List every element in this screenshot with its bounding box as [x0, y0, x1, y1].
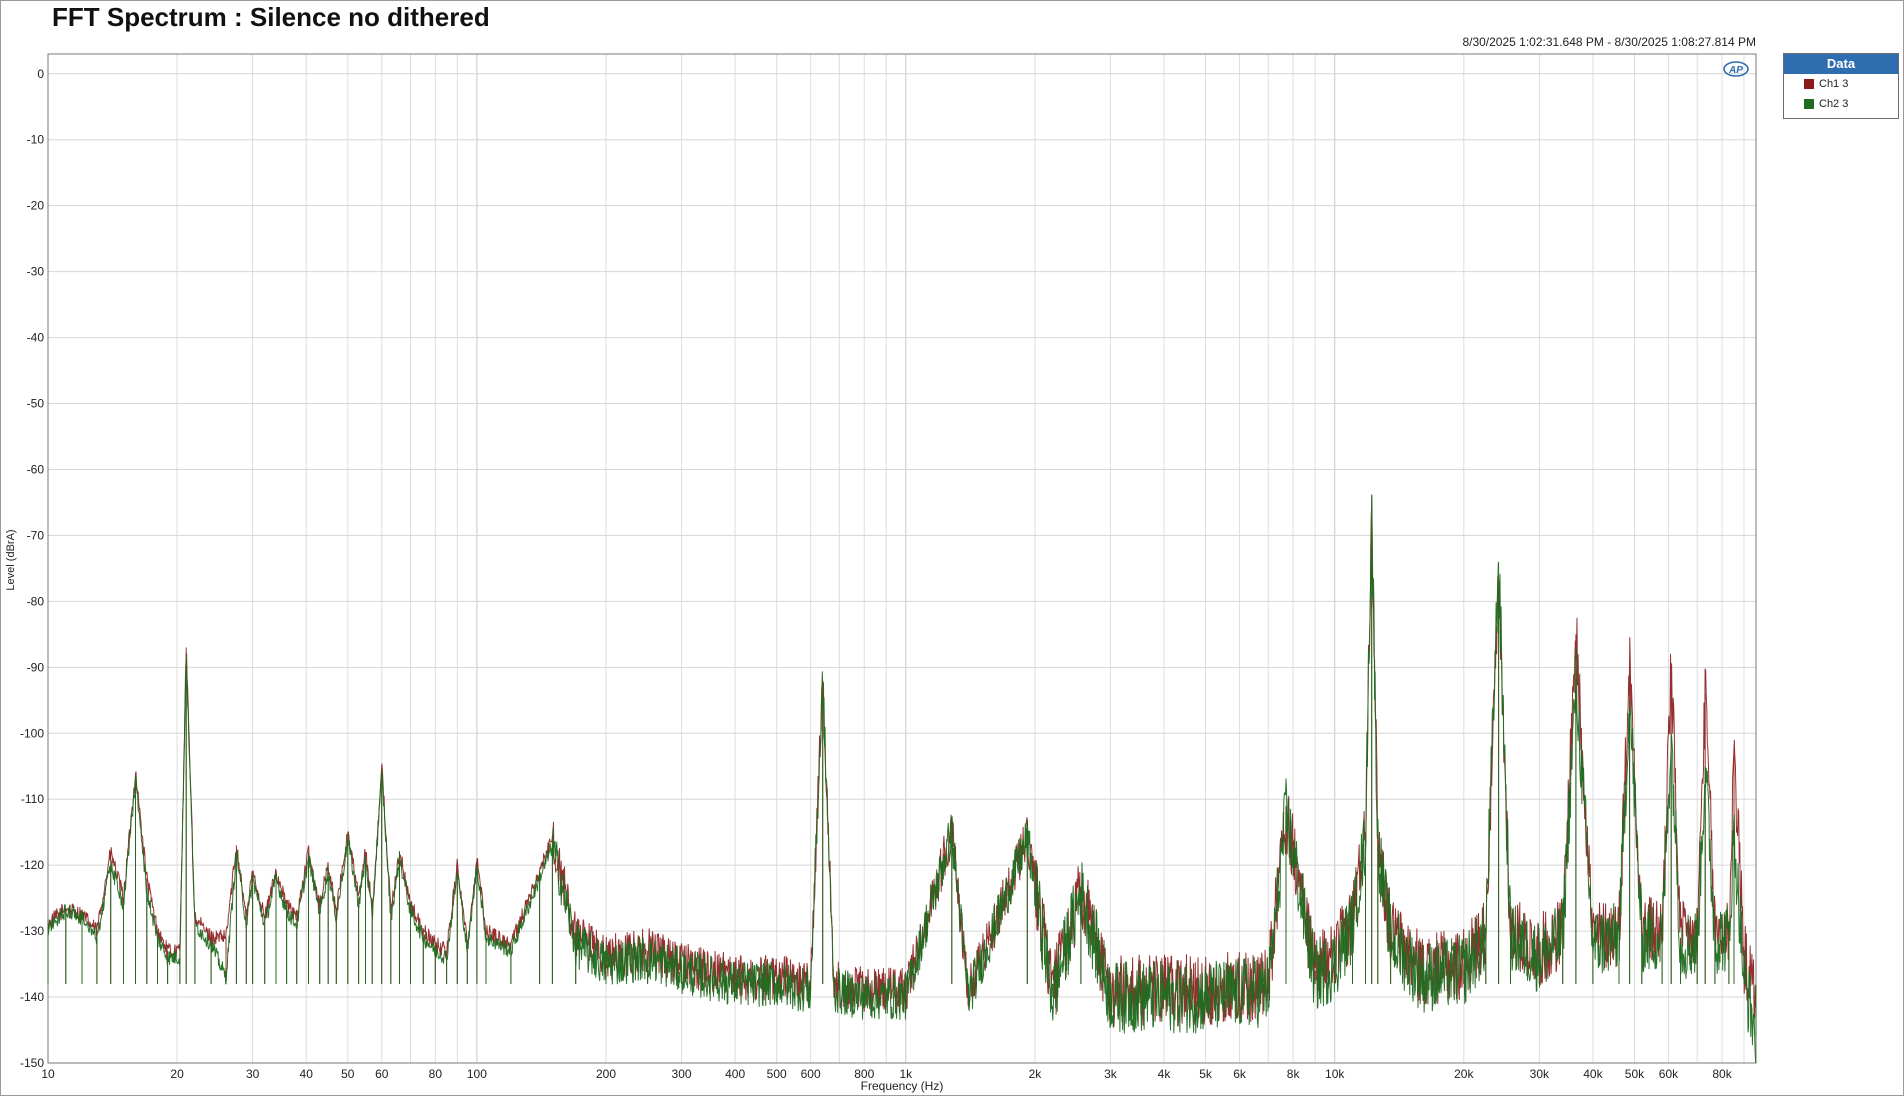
x-tick-label: 6k	[1233, 1067, 1247, 1081]
y-tick-label: -40	[27, 331, 45, 345]
y-tick-label: -60	[27, 462, 45, 476]
x-tick-label: 20k	[1454, 1067, 1474, 1081]
legend-swatch-ch1	[1804, 79, 1814, 89]
x-tick-label: 80	[429, 1067, 443, 1081]
x-tick-label: 4k	[1158, 1067, 1172, 1081]
x-tick-label: 60	[375, 1067, 389, 1081]
x-axis-label: Frequency (Hz)	[861, 1079, 944, 1093]
x-tick-label: 20	[170, 1067, 184, 1081]
x-tick-label: 100	[467, 1067, 487, 1081]
y-tick-label: -100	[20, 726, 44, 740]
x-tick-label: 10k	[1325, 1067, 1345, 1081]
legend-item-ch1[interactable]: Ch1 3	[1784, 74, 1898, 94]
y-tick-label: -10	[27, 133, 45, 147]
y-tick-label: 0	[37, 67, 44, 81]
y-axis-ticks: 0 -10 -20 -30 -40 -50 -60 -70 -80 -90 -100 -110 -120…	[20, 67, 44, 1070]
x-tick-label: 8k	[1287, 1067, 1301, 1081]
legend-label-ch1: Ch1 3	[1819, 78, 1849, 90]
x-tick-label: 40k	[1583, 1067, 1603, 1081]
y-axis-label: Level (dBrA)	[5, 529, 17, 590]
x-tick-label: 600	[801, 1067, 821, 1081]
y-tick-label: -30	[27, 265, 45, 279]
y-tick-label: -20	[27, 199, 45, 213]
y-tick-label: -120	[20, 858, 44, 872]
y-tick-label: -140	[20, 990, 44, 1004]
x-tick-label: 30k	[1530, 1067, 1550, 1081]
legend-item-ch2[interactable]: Ch2 3	[1784, 94, 1898, 114]
series-layer	[47, 494, 1757, 1064]
x-tick-label: 50	[341, 1067, 355, 1081]
x-tick-label: 3k	[1104, 1067, 1118, 1081]
fft-chart: 10 20 30 40 50 60 80 100 200 300 400 500 600 800 1k 2k 3…	[5, 53, 1757, 1093]
x-tick-label: 2k	[1029, 1067, 1043, 1081]
x-tick-label: 40	[300, 1067, 314, 1081]
legend-header: Data	[1784, 54, 1898, 74]
y-tick-label: -150	[20, 1056, 44, 1070]
legend[interactable]: Data Ch1 3 Ch2 3	[1783, 53, 1899, 119]
y-tick-label: -90	[27, 660, 45, 674]
x-tick-label: 30	[246, 1067, 260, 1081]
y-tick-label: -50	[27, 397, 45, 411]
y-tick-label: -130	[20, 924, 44, 938]
grid-lines	[47, 54, 1756, 1064]
x-tick-label: 50k	[1625, 1067, 1645, 1081]
legend-swatch-ch2	[1804, 99, 1814, 109]
x-tick-label: 500	[767, 1067, 787, 1081]
y-tick-label: -70	[27, 528, 45, 542]
ap-logo-icon: AP	[1722, 60, 1750, 78]
x-tick-label: 200	[596, 1067, 616, 1081]
x-tick-label: 400	[725, 1067, 745, 1081]
x-tick-label: 60k	[1659, 1067, 1679, 1081]
ap-logo-text: AP	[1728, 65, 1743, 76]
legend-label-ch2: Ch2 3	[1819, 98, 1849, 110]
y-tick-label: -110	[21, 792, 44, 806]
x-tick-label: 300	[672, 1067, 692, 1081]
x-tick-label: 5k	[1199, 1067, 1213, 1081]
x-tick-label: 80k	[1712, 1067, 1732, 1081]
y-tick-label: -80	[27, 594, 45, 608]
